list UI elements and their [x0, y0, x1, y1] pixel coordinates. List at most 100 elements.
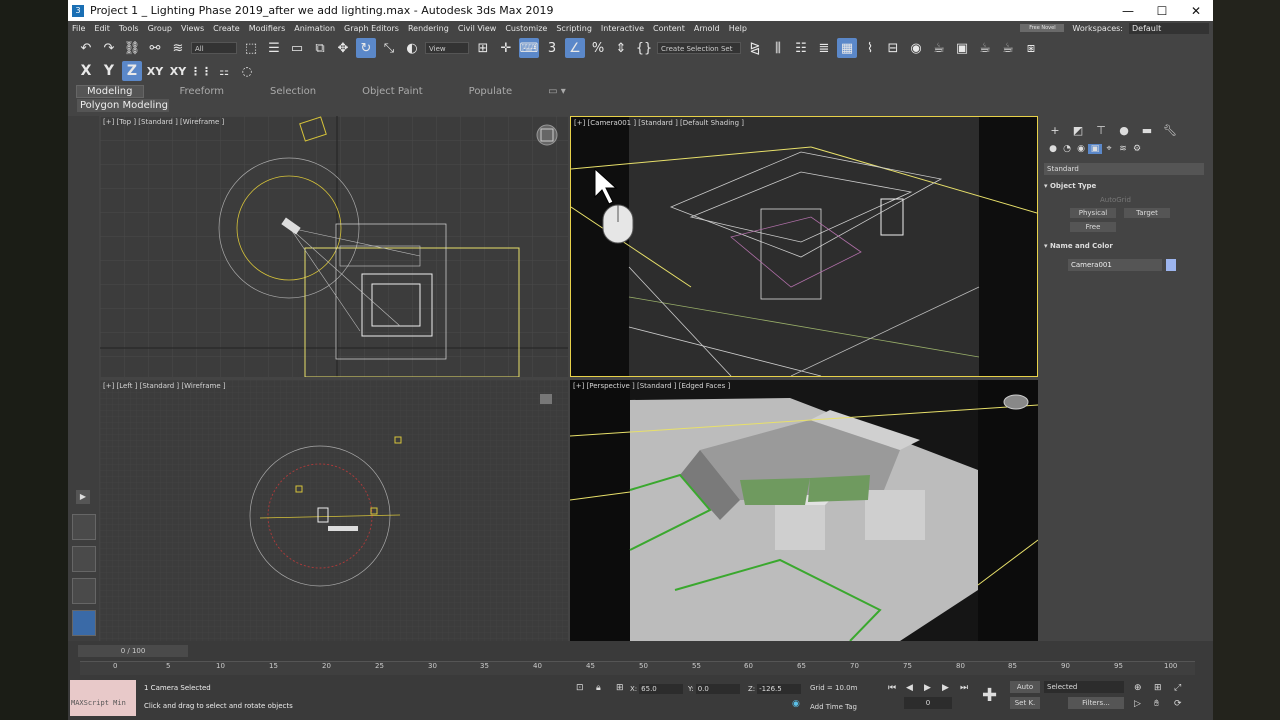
- cameras-icon[interactable]: ▣: [1088, 144, 1102, 154]
- layout-button-2[interactable]: [72, 546, 96, 572]
- goto-end-icon[interactable]: ⏭: [960, 683, 968, 693]
- tab-freeform[interactable]: Freeform: [170, 86, 235, 97]
- menu-arnold[interactable]: Arnold: [694, 24, 720, 33]
- hierarchy-tab-icon[interactable]: ⊤: [1092, 124, 1110, 137]
- move-icon[interactable]: ✥: [333, 38, 353, 58]
- undo-icon[interactable]: ↶: [76, 38, 96, 58]
- object-name-field[interactable]: Camera001: [1068, 259, 1162, 271]
- orbit-icon[interactable]: ⟳: [1174, 699, 1182, 709]
- autogrid-checkbox[interactable]: AutoGrid: [1100, 196, 1131, 204]
- maxscript-listener[interactable]: MAXScript Min: [70, 680, 136, 716]
- keyboard-shortcut-icon[interactable]: ⌨: [519, 38, 539, 58]
- unlink-icon[interactable]: ⚯: [145, 38, 165, 58]
- geometry-icon[interactable]: ●: [1046, 144, 1060, 154]
- menu-customize[interactable]: Customize: [505, 24, 547, 33]
- pan-icon[interactable]: ✋︎: [1154, 699, 1159, 709]
- select-object-icon[interactable]: ⬚: [241, 38, 261, 58]
- axis-xy-button[interactable]: XY: [145, 61, 165, 81]
- absolute-mode-icon[interactable]: ⊞: [616, 683, 624, 693]
- menu-animation[interactable]: Animation: [294, 24, 335, 33]
- sign-in-button[interactable]: Free Novel: [1020, 24, 1065, 32]
- viewport-camera[interactable]: [+] [Camera001 ] [Standard ] [Default Sh…: [570, 116, 1038, 377]
- menu-rendering[interactable]: Rendering: [408, 24, 449, 33]
- zoom-extents-icon[interactable]: ⤢: [1174, 683, 1181, 693]
- menu-graph-editors[interactable]: Graph Editors: [344, 24, 399, 33]
- menu-modifiers[interactable]: Modifiers: [249, 24, 286, 33]
- axis-xy-cycle-button[interactable]: XY: [168, 61, 188, 81]
- helpers-icon[interactable]: ⌖: [1102, 144, 1116, 154]
- lights-icon[interactable]: ◉: [1074, 144, 1088, 154]
- angle-snap-icon[interactable]: ∠: [565, 38, 585, 58]
- layout-button-3[interactable]: [72, 578, 96, 604]
- set-key-button[interactable]: Set K.: [1010, 697, 1040, 709]
- tab-selection[interactable]: Selection: [260, 86, 326, 97]
- name-color-rollout[interactable]: ▾ Name and Color: [1044, 242, 1204, 250]
- menu-scripting[interactable]: Scripting: [556, 24, 592, 33]
- filters-button[interactable]: Filters...: [1068, 697, 1124, 709]
- layer-explorer-icon[interactable]: ≣: [814, 38, 834, 58]
- render-iterative-icon[interactable]: ☕: [998, 38, 1018, 58]
- named-selection-dropdown[interactable]: Create Selection Set: [657, 42, 741, 54]
- viewport-perspective[interactable]: [+] [Perspective ] [Standard ] [Edged Fa…: [570, 380, 1038, 641]
- selection-filter-dropdown[interactable]: All: [191, 42, 237, 54]
- lock-selection-icon[interactable]: 🔒︎: [596, 683, 601, 693]
- material-editor-icon[interactable]: ◉: [906, 38, 926, 58]
- goto-start-icon[interactable]: ⏮: [888, 683, 896, 693]
- selection-ring-icon[interactable]: ◌: [237, 61, 257, 81]
- tab-populate[interactable]: Populate: [459, 86, 522, 97]
- close-button[interactable]: ✕: [1179, 4, 1213, 18]
- snap-options-icon[interactable]: ⋮⋮: [190, 61, 212, 81]
- z-field[interactable]: -126.5: [757, 684, 802, 694]
- menu-help[interactable]: Help: [729, 24, 747, 33]
- key-filter-dropdown[interactable]: Selected: [1044, 681, 1124, 693]
- modify-tab-icon[interactable]: ◩: [1069, 124, 1087, 137]
- menu-group[interactable]: Group: [148, 24, 172, 33]
- field-of-view-icon[interactable]: ▷: [1134, 699, 1141, 709]
- menu-file[interactable]: File: [72, 24, 85, 33]
- minimize-button[interactable]: —: [1111, 4, 1145, 18]
- time-slider[interactable]: 0 / 100: [78, 645, 188, 657]
- edit-named-selection-icon[interactable]: {}: [634, 38, 654, 58]
- display-tab-icon[interactable]: ▬: [1138, 124, 1156, 137]
- target-camera-button[interactable]: Target: [1124, 208, 1170, 218]
- pivot-icon[interactable]: ⊞: [473, 38, 493, 58]
- isolate-icon[interactable]: ⊡: [576, 683, 584, 693]
- x-field[interactable]: 65.0: [639, 684, 684, 694]
- prev-frame-icon[interactable]: ◀: [906, 683, 913, 693]
- render-production-icon[interactable]: ☕: [975, 38, 995, 58]
- axis-x-button[interactable]: X: [76, 61, 96, 81]
- tab-modeling[interactable]: Modeling: [76, 84, 144, 98]
- object-color-swatch[interactable]: [1166, 259, 1176, 271]
- array-icon[interactable]: ⚏: [214, 61, 234, 81]
- expand-layout-icon[interactable]: ▶: [76, 490, 90, 504]
- object-category-dropdown[interactable]: Standard: [1044, 163, 1204, 175]
- toggle-scene-explorer-icon[interactable]: ☷: [791, 38, 811, 58]
- menu-views[interactable]: Views: [181, 24, 204, 33]
- spinner-snap-icon[interactable]: ⇕: [611, 38, 631, 58]
- place-icon[interactable]: ◐: [402, 38, 422, 58]
- render-setup-icon[interactable]: ☕: [929, 38, 949, 58]
- zoom-icon[interactable]: ⊕: [1134, 683, 1142, 693]
- shapes-icon[interactable]: ◔: [1060, 144, 1074, 154]
- axis-y-button[interactable]: Y: [99, 61, 119, 81]
- utilities-tab-icon[interactable]: 🔧︎: [1161, 124, 1179, 137]
- percent-snap-icon[interactable]: %: [588, 38, 608, 58]
- auto-key-button[interactable]: Auto: [1010, 681, 1040, 693]
- mirror-icon[interactable]: ⧎: [745, 38, 765, 58]
- polygon-modeling-panel[interactable]: Polygon Modeling: [77, 99, 169, 112]
- create-tab-icon[interactable]: +: [1046, 124, 1064, 137]
- zoom-all-icon[interactable]: ⊞: [1154, 683, 1162, 693]
- align-icon[interactable]: ⫼: [768, 38, 788, 58]
- reference-coordinate-dropdown[interactable]: View: [425, 42, 469, 54]
- snaps-toggle-icon[interactable]: 3: [542, 38, 562, 58]
- menu-civil-view[interactable]: Civil View: [458, 24, 497, 33]
- viewport-top[interactable]: [+] [Top ] [Standard ] [Wireframe ]: [100, 116, 568, 377]
- rotate-icon[interactable]: ↻: [356, 38, 376, 58]
- key-mode-icon[interactable]: ✚: [982, 685, 997, 706]
- layout-button-1[interactable]: [72, 514, 96, 540]
- play-icon[interactable]: ▶: [924, 683, 931, 693]
- next-frame-icon[interactable]: ▶: [942, 683, 949, 693]
- window-crossing-icon[interactable]: ⧉: [310, 38, 330, 58]
- tab-object-paint[interactable]: Object Paint: [352, 86, 433, 97]
- redo-icon[interactable]: ↷: [99, 38, 119, 58]
